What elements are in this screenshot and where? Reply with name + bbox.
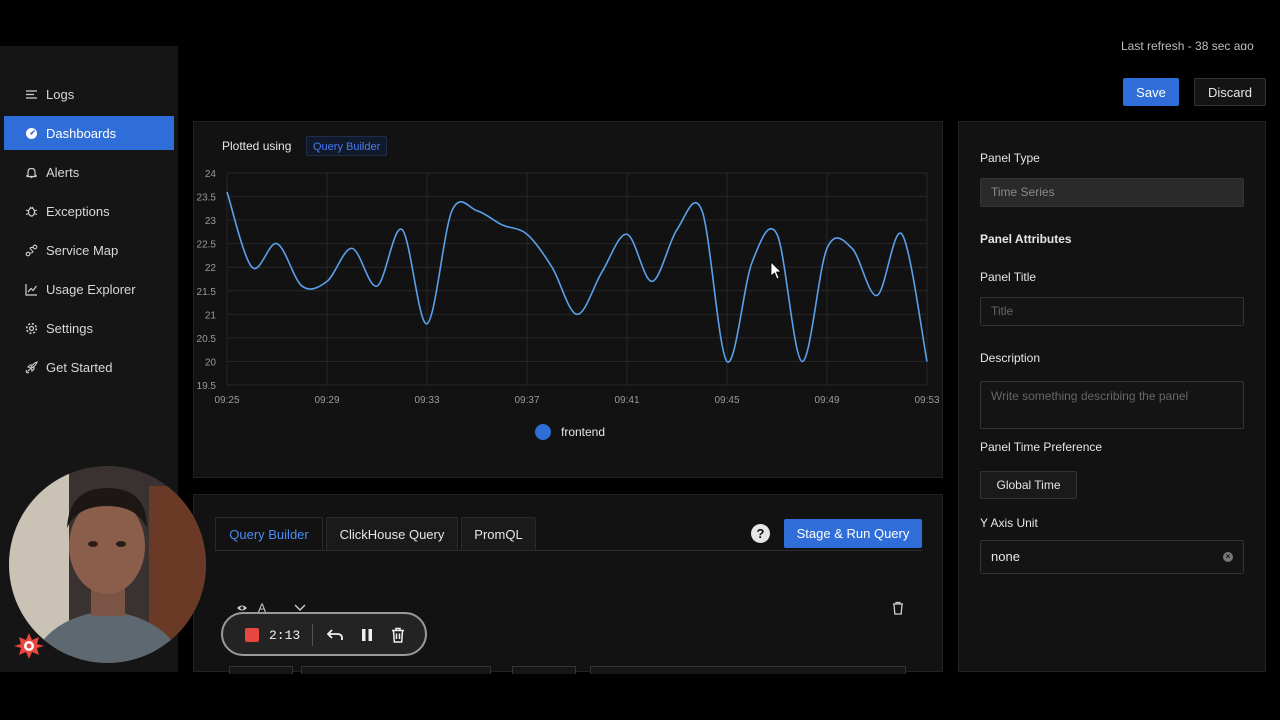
query-field-stub[interactable] <box>590 666 906 674</box>
sidebar-item-label: Settings <box>46 320 93 336</box>
panel-attributes-heading: Panel Attributes <box>980 232 1072 246</box>
tab-promql[interactable]: PromQL <box>461 517 536 551</box>
series-line-frontend <box>226 191 928 363</box>
y-tick-label: 23 <box>205 216 217 227</box>
sidebar-item-label: Dashboards <box>46 125 117 141</box>
x-tick-label: 09:41 <box>614 395 639 406</box>
y-tick-label: 20.5 <box>197 334 217 345</box>
y-axis-unit-select[interactable]: none × <box>980 540 1244 574</box>
y-tick-label: 24 <box>205 169 217 180</box>
pause-icon[interactable] <box>361 628 373 647</box>
save-button[interactable]: Save <box>1123 78 1179 106</box>
legend-marker <box>535 424 551 440</box>
sidebar-item-service-map[interactable]: Service Map <box>4 233 174 267</box>
y-axis-unit-value: none <box>991 549 1020 564</box>
x-tick-label: 09:29 <box>314 395 339 406</box>
sidebar-item-settings[interactable]: Settings <box>4 311 174 345</box>
y-tick-label: 20 <box>205 357 217 368</box>
y-tick-label: 21.5 <box>197 287 217 298</box>
query-field-stub[interactable] <box>229 666 293 674</box>
global-time-button[interactable]: Global Time <box>980 471 1077 499</box>
line-chart: 24 23.5 23 22.5 22 21.5 21 20.5 20 19.5 09:25 09:29… <box>197 169 940 440</box>
divider <box>312 624 313 646</box>
y-tick-label: 22 <box>205 263 217 274</box>
sidebar-item-label: Service Map <box>46 242 119 258</box>
sidebar-item-dashboards[interactable]: Dashboards <box>4 116 174 150</box>
rocket-icon <box>24 360 38 374</box>
y-tick-label: 19.5 <box>197 381 217 392</box>
x-tick-label: 09:25 <box>214 395 239 406</box>
query-field-stub[interactable] <box>512 666 576 674</box>
sidebar-item-logs[interactable]: Logs <box>4 77 174 111</box>
tab-query-builder[interactable]: Query Builder <box>215 517 323 551</box>
last-refresh-text: Last refresh - 38 sec ago <box>1121 39 1254 50</box>
y-axis-unit-label: Y Axis Unit <box>980 516 1038 530</box>
sidebar-item-alerts[interactable]: Alerts <box>4 155 174 189</box>
panel-title-input[interactable]: Title <box>980 297 1244 326</box>
bottom-strip <box>0 672 1280 720</box>
app-window: Logs Dashboards Alerts Exceptions Service Ma… <box>0 0 1280 720</box>
tab-clickhouse-query[interactable]: ClickHouse Query <box>326 517 458 551</box>
sidebar-item-label: Alerts <box>46 164 80 180</box>
chart-panel: Plotted using Query Builder 24 23.5 23 22.5… <box>193 121 943 478</box>
recorder-toolbar: 2:13 <box>221 612 427 656</box>
help-icon[interactable]: ? <box>751 524 770 543</box>
list-icon <box>24 87 38 101</box>
sidebar-item-label: Exceptions <box>46 203 110 219</box>
sidebar-item-label: Logs <box>46 86 75 102</box>
mouse-cursor-icon <box>770 261 782 280</box>
description-textarea[interactable]: Write something describing the panel <box>980 381 1244 429</box>
discard-button[interactable]: Discard <box>1194 78 1266 106</box>
x-tick-label: 09:53 <box>914 395 939 406</box>
panel-type-label: Panel Type <box>980 151 1040 165</box>
description-label: Description <box>980 351 1041 365</box>
stop-record-button[interactable] <box>245 628 259 642</box>
x-tick-label: 09:45 <box>714 395 739 406</box>
clear-icon[interactable]: × <box>1223 552 1233 562</box>
sidebar-item-exceptions[interactable]: Exceptions <box>4 194 174 228</box>
sidebar-item-label: Get Started <box>46 359 113 375</box>
y-tick-label: 22.5 <box>197 240 217 251</box>
tab-divider <box>215 550 923 551</box>
legend-label: frontend <box>561 425 605 439</box>
stage-run-query-button[interactable]: Stage & Run Query <box>784 519 922 548</box>
x-tick-label: 09:49 <box>814 395 839 406</box>
panel-title-label: Panel Title <box>980 270 1037 284</box>
time-preference-label: Panel Time Preference <box>980 440 1103 454</box>
panel-settings: Panel Type Time Series Panel Attributes … <box>958 121 1266 672</box>
line-chart-icon <box>24 282 38 296</box>
x-tick-label: 09:37 <box>514 395 539 406</box>
x-tick-label: 09:33 <box>414 395 439 406</box>
sidebar-item-usage-explorer[interactable]: Usage Explorer <box>4 272 174 306</box>
bell-icon <box>24 165 38 179</box>
gear-icon <box>24 321 38 335</box>
sidebar-item-get-started[interactable]: Get Started <box>4 350 174 384</box>
record-timer: 2:13 <box>269 628 301 643</box>
bug-icon <box>24 204 38 218</box>
chevron-down-icon[interactable] <box>294 604 306 612</box>
recorder-logo-icon <box>12 631 46 666</box>
sidebar-item-label: Usage Explorer <box>46 281 136 297</box>
panel-type-field: Time Series <box>980 178 1244 207</box>
delete-query-icon[interactable] <box>892 601 904 620</box>
trash-icon[interactable] <box>391 627 405 648</box>
route-icon <box>24 243 38 257</box>
y-tick-label: 23.5 <box>197 193 217 204</box>
y-tick-label: 21 <box>205 310 217 321</box>
query-field-stub[interactable] <box>301 666 491 674</box>
dashboard-icon <box>24 126 38 140</box>
undo-icon[interactable] <box>326 628 343 647</box>
